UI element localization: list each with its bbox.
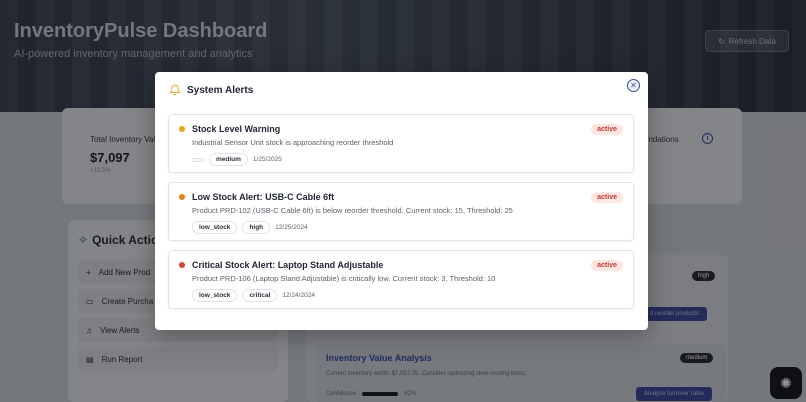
close-icon: ✕ <box>630 80 637 90</box>
severity-dot <box>179 262 185 268</box>
alert-date: 1/25/2025 <box>252 156 282 163</box>
alert-title: Low Stock Alert: USB-C Cable 6ft <box>192 192 335 202</box>
modal-header: System Alerts <box>169 84 253 96</box>
alert-date: 12/24/2024 <box>282 292 315 299</box>
alert-date: 12/25/2024 <box>275 224 308 231</box>
severity-dot <box>179 126 185 132</box>
alert-title: Stock Level Warning <box>192 124 281 134</box>
type-tag <box>192 157 204 162</box>
bell-icon <box>170 84 180 96</box>
alert-card[interactable]: Low Stock Alert: USB-C Cable 6ft Product… <box>168 182 634 241</box>
alert-description: Product PRD-106 (Laptop Stand Adjustable… <box>192 274 496 283</box>
system-alerts-modal: System Alerts ✕ Stock Level Warning Indu… <box>155 72 648 330</box>
alert-description: Product PRD-102 (USB-C Cable 6ft) is bel… <box>192 206 513 215</box>
type-tag: low_stock <box>192 221 238 234</box>
severity-tag: high <box>242 221 271 234</box>
alert-meta: medium 1/25/2025 <box>192 153 282 166</box>
alert-meta: low_stock critical 12/24/2024 <box>192 289 315 302</box>
severity-dot <box>179 194 185 200</box>
status-badge: active <box>591 192 623 203</box>
alert-title: Critical Stock Alert: Laptop Stand Adjus… <box>192 260 384 270</box>
status-badge: active <box>591 260 623 271</box>
alert-description: Industrial Sensor Unit stock is approach… <box>192 138 394 147</box>
type-tag: low_stock <box>192 289 238 302</box>
alert-meta: low_stock high 12/25/2024 <box>192 221 308 234</box>
severity-tag: critical <box>242 289 278 302</box>
alert-card[interactable]: Stock Level Warning Industrial Sensor Un… <box>168 114 634 173</box>
status-badge: active <box>591 124 623 135</box>
severity-tag: medium <box>209 153 248 166</box>
modal-title: System Alerts <box>187 84 254 96</box>
alert-card[interactable]: Critical Stock Alert: Laptop Stand Adjus… <box>168 250 634 309</box>
close-modal-button[interactable]: ✕ <box>627 79 640 92</box>
